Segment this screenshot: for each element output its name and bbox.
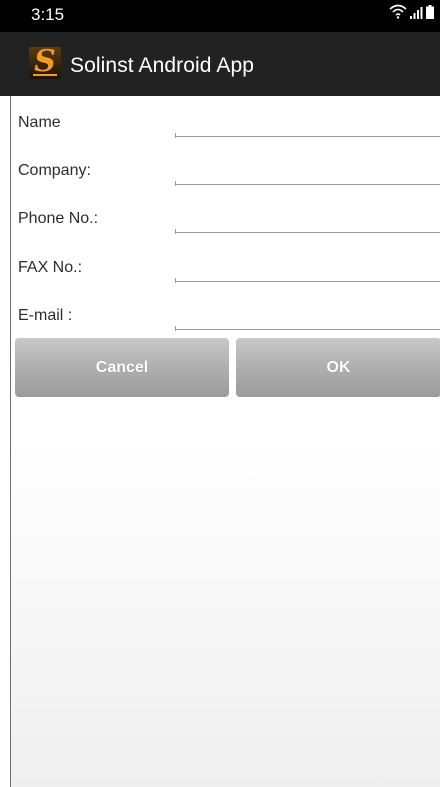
app-title: Solinst Android App xyxy=(70,54,255,77)
app-logo-icon: S xyxy=(29,44,61,79)
app-bar: S Solinst Android App xyxy=(0,32,440,96)
company-input[interactable] xyxy=(175,161,440,185)
form-row-name: Name xyxy=(11,96,440,144)
cancel-button[interactable]: Cancel xyxy=(15,338,229,397)
email-input[interactable] xyxy=(175,306,440,330)
name-input[interactable] xyxy=(175,113,440,137)
name-label: Name xyxy=(18,114,61,131)
battery-icon xyxy=(426,5,434,24)
email-input-tick xyxy=(175,326,176,331)
fax-input[interactable] xyxy=(175,258,440,282)
ok-button[interactable]: OK xyxy=(236,338,440,397)
form-row-company: Company: xyxy=(11,144,440,192)
app-logo-underline xyxy=(33,74,57,76)
fax-label: FAX No.: xyxy=(18,259,83,276)
form-row-fax: FAX No.: xyxy=(11,241,440,289)
phone-input[interactable] xyxy=(175,209,440,233)
email-label: E-mail : xyxy=(18,307,73,324)
status-bar: 3:15 xyxy=(0,0,440,32)
wifi-icon xyxy=(389,4,407,24)
signal-icon xyxy=(410,6,423,24)
name-input-tick xyxy=(175,133,176,138)
company-input-tick xyxy=(175,181,176,186)
status-time: 3:15 xyxy=(31,5,65,24)
status-icons xyxy=(389,4,434,24)
company-label: Company: xyxy=(18,162,91,179)
phone-label: Phone No.: xyxy=(18,210,99,227)
form-row-email: E-mail : xyxy=(11,289,440,337)
phone-input-tick xyxy=(175,229,176,234)
fax-input-tick xyxy=(175,278,176,283)
form-row-phone: Phone No.: xyxy=(11,193,440,241)
contact-form: Name Company: Phone No.: FAX No.: E-mail… xyxy=(10,96,440,787)
